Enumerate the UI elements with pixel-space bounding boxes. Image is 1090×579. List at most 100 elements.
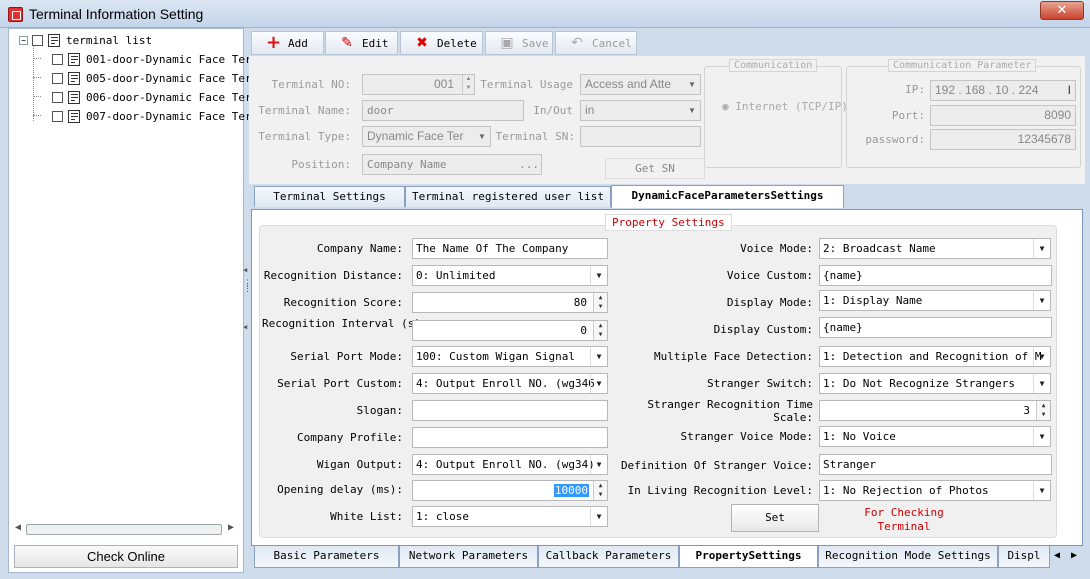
stranger-voice-definition-input[interactable]: Stranger [819, 454, 1052, 475]
serial-port-mode-select[interactable]: 100: Custom Wigan Signal ▼ [412, 346, 608, 367]
stranger-voice-mode-select[interactable]: 1: No Voice ▼ [819, 426, 1051, 447]
spinner-icon[interactable]: ▲ ▼ [1036, 401, 1050, 420]
tab-property-settings[interactable]: PropertySettings [679, 546, 818, 568]
opening-delay-spinner[interactable]: 10000 ▲ ▼ [412, 480, 608, 501]
scroll-left-icon[interactable]: ◀ [15, 522, 21, 533]
dropdown-arrow-icon[interactable]: ▼ [684, 75, 700, 94]
living-recognition-level-label: In Living Recognition Level: [627, 484, 813, 497]
stranger-switch-select[interactable]: 1: Do Not Recognize Strangers ▼ [819, 373, 1051, 394]
company-name-input[interactable]: The Name Of The Company [412, 238, 608, 259]
tree-item-checkbox[interactable] [52, 53, 63, 65]
tab-registered-users[interactable]: Terminal registered user list [405, 186, 611, 207]
dropdown-arrow-icon[interactable]: ▼ [1033, 291, 1050, 310]
password-input[interactable]: 12345678 [930, 129, 1076, 150]
inout-label: In/Out [533, 104, 573, 117]
terminal-list-icon [48, 33, 60, 47]
dropdown-arrow-icon[interactable]: ▼ [1033, 347, 1050, 366]
tab-recognition-mode-settings[interactable]: Recognition Mode Settings [818, 546, 998, 568]
communication-title: Communication [729, 59, 818, 72]
display-mode-select[interactable]: 1: Display Name ▼ [819, 290, 1051, 311]
splitter-arrow-icon[interactable]: ◀ [243, 323, 247, 331]
delete-button[interactable]: ✖ Delete [400, 31, 483, 55]
dropdown-arrow-icon[interactable]: ▼ [474, 127, 490, 146]
tree-item-checkbox[interactable] [52, 110, 63, 122]
tab-scroll-left-icon[interactable]: ◀ [1054, 550, 1060, 561]
multiple-face-detection-select[interactable]: 1: Detection and Recognition of M ▼ [819, 346, 1051, 367]
dropdown-arrow-icon[interactable]: ▼ [590, 266, 607, 285]
tree-root-checkbox[interactable] [32, 34, 43, 46]
dropdown-arrow-icon[interactable]: ▼ [590, 374, 607, 393]
dropdown-arrow-icon[interactable]: ▼ [1033, 239, 1050, 258]
add-button[interactable]: + Add [251, 31, 324, 55]
company-profile-input[interactable] [412, 427, 608, 448]
dropdown-arrow-icon[interactable]: ▼ [590, 347, 607, 366]
tree-horizontal-scrollbar[interactable]: ◀ ▶ [12, 521, 239, 537]
terminal-sn-input[interactable] [580, 126, 701, 147]
tree-item[interactable]: 005-door-Dynamic Face Terr [52, 69, 258, 87]
dropdown-arrow-icon[interactable]: ▼ [590, 507, 607, 526]
close-button[interactable]: ✕ [1040, 1, 1084, 20]
recognition-score-spinner[interactable]: 80 ▲ ▼ [412, 292, 608, 313]
voice-mode-select[interactable]: 2: Broadcast Name ▼ [819, 238, 1051, 259]
set-button[interactable]: Set [731, 504, 819, 532]
serial-port-custom-select[interactable]: 4: Output Enroll NO. (wg346 ▼ [412, 373, 608, 394]
collapse-icon[interactable]: − [19, 35, 28, 45]
recognition-interval-spinner[interactable]: 0 ▲ ▼ [412, 320, 608, 341]
stranger-time-scale-spinner[interactable]: 3 ▲ ▼ [819, 400, 1051, 421]
tree-root[interactable]: − terminal list [19, 31, 152, 49]
terminal-name-input[interactable]: door [362, 100, 524, 121]
scroll-right-icon[interactable]: ▶ [228, 522, 234, 533]
spinner-icon[interactable]: ▲ ▼ [462, 75, 474, 94]
dropdown-arrow-icon[interactable]: ▼ [590, 455, 607, 474]
spinner-icon[interactable]: ▲ ▼ [593, 321, 607, 340]
voice-custom-input[interactable]: {name} [819, 265, 1052, 286]
wigan-output-select[interactable]: 4: Output Enroll NO. (wg34) ▼ [412, 454, 608, 475]
terminal-type-select[interactable]: Dynamic Face Ter ▼ [362, 126, 491, 147]
browse-position-button[interactable]: ... [519, 155, 539, 174]
tree-item[interactable]: 006-door-Dynamic Face Terr [52, 88, 258, 106]
check-online-button[interactable]: Check Online [14, 545, 238, 568]
terminal-tree-panel: − terminal list 001-door-Dynamic Face Te… [8, 28, 258, 573]
tab-basic-parameters[interactable]: Basic Parameters [254, 546, 399, 568]
tab-scroll-right-icon[interactable]: ▶ [1071, 550, 1077, 561]
cancel-button[interactable]: ↶ Cancel [555, 31, 637, 55]
position-input[interactable]: Company Name... [362, 154, 542, 175]
save-button[interactable]: ▣ Save [485, 31, 553, 55]
ip-input[interactable]: 192 . 168 . 10 . 224 I [930, 80, 1076, 101]
disk-icon: ▣ [500, 35, 514, 51]
tree-item[interactable]: 001-door-Dynamic Face Terr [52, 50, 258, 68]
dropdown-arrow-icon[interactable]: ▼ [1033, 427, 1050, 446]
dropdown-arrow-icon[interactable]: ▼ [684, 101, 700, 120]
pencil-icon: ✎ [341, 35, 353, 51]
recognition-distance-select[interactable]: 0: Unlimited ▼ [412, 265, 608, 286]
spinner-icon[interactable]: ▲ ▼ [593, 293, 607, 312]
tab-display[interactable]: Displ [998, 546, 1050, 568]
living-recognition-level-select[interactable]: 1: No Rejection of Photos ▼ [819, 480, 1051, 501]
splitter-arrow-icon[interactable]: ◀ [243, 266, 247, 274]
tab-dynamic-face-parameters[interactable]: DynamicFaceParametersSettings [611, 185, 844, 208]
scroll-thumb[interactable] [26, 524, 222, 535]
tab-terminal-settings[interactable]: Terminal Settings [254, 186, 405, 207]
tree-item-checkbox[interactable] [52, 72, 63, 84]
tab-callback-parameters[interactable]: Callback Parameters [538, 546, 679, 568]
position-label: Position: [291, 158, 351, 171]
inout-select[interactable]: in ▼ [580, 100, 701, 121]
tab-network-parameters[interactable]: Network Parameters [399, 546, 538, 568]
port-input[interactable]: 8090 [930, 105, 1076, 126]
tree-item-checkbox[interactable] [52, 91, 63, 103]
delete-label: Delete [437, 36, 477, 50]
white-list-select[interactable]: 1: close ▼ [412, 506, 608, 527]
dropdown-arrow-icon[interactable]: ▼ [1033, 374, 1050, 393]
terminal-no-input[interactable]: 001 ▲ ▼ [362, 74, 475, 95]
spinner-icon[interactable]: ▲ ▼ [593, 481, 607, 500]
terminal-usage-select[interactable]: Access and Atte ▼ [580, 74, 701, 95]
terminal-type-label: Terminal Type: [258, 130, 351, 143]
internet-radio[interactable]: ◉ Internet (TCP/IP) [722, 100, 848, 113]
display-custom-input[interactable]: {name} [819, 317, 1052, 338]
get-sn-button[interactable]: Get SN [605, 158, 705, 179]
tree-item[interactable]: 007-door-Dynamic Face Terr [52, 107, 258, 125]
slogan-input[interactable] [412, 400, 608, 421]
voice-mode-label: Voice Mode: [740, 242, 813, 255]
dropdown-arrow-icon[interactable]: ▼ [1033, 481, 1050, 500]
edit-button[interactable]: ✎ Edit [325, 31, 398, 55]
